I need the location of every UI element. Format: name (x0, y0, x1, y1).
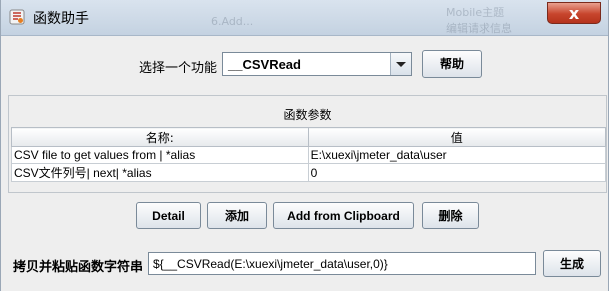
table-header-row: 名称: 值 (11, 127, 607, 147)
help-button-label: 帮助 (439, 57, 464, 71)
column-header-name[interactable]: 名称: (11, 127, 309, 147)
title-bar[interactable]: 函数助手 6.Add... Mobile主题 编辑请求信息 x (1, 0, 608, 36)
param-name-cell[interactable]: CSV文件列号| next| *alias (11, 163, 309, 182)
window-title: 函数助手 (33, 11, 89, 27)
result-label: 拷贝并粘贴函数字符串 (13, 260, 144, 275)
function-select-combobox[interactable]: __CSVRead (222, 52, 412, 76)
function-string-value: ${__CSVRead(E:\xuexi\jmeter_data\user,0)… (153, 257, 388, 271)
param-value-cell[interactable]: E:\xuexi\jmeter_data\user (307, 146, 607, 164)
detail-button-label: Detail (152, 209, 185, 223)
function-helper-dialog: 函数助手 6.Add... Mobile主题 编辑请求信息 x 选择一个功能 _… (0, 0, 609, 291)
params-table: 名称: 值 CSV file to get values from | *ali… (11, 127, 607, 182)
detail-button[interactable]: Detail (136, 202, 201, 229)
add-button[interactable]: 添加 (207, 202, 267, 229)
param-value-cell[interactable]: 0 (307, 163, 607, 182)
generate-button-label: 生成 (559, 257, 584, 271)
chevron-down-icon[interactable] (390, 53, 411, 75)
background-ghost-text: 编辑请求信息 (446, 22, 512, 35)
function-string-field[interactable]: ${__CSVRead(E:\xuexi\jmeter_data\user,0)… (148, 252, 536, 275)
add-from-clipboard-button-label: Add from Clipboard (287, 209, 400, 223)
delete-button-label: 删除 (438, 209, 463, 223)
table-row[interactable]: CSV file to get values from | *alias E:\… (11, 146, 607, 164)
add-from-clipboard-button[interactable]: Add from Clipboard (273, 202, 414, 229)
add-button-label: 添加 (224, 209, 249, 223)
function-select-value: __CSVRead (228, 57, 301, 72)
table-row[interactable]: CSV文件列号| next| *alias 0 (11, 163, 607, 182)
generate-button[interactable]: 生成 (543, 250, 601, 277)
param-name-cell[interactable]: CSV file to get values from | *alias (11, 146, 309, 164)
background-ghost-text: 6.Add... (211, 15, 254, 28)
help-button[interactable]: 帮助 (422, 50, 482, 78)
app-icon (9, 9, 25, 25)
column-header-value[interactable]: 值 (307, 127, 607, 147)
close-button[interactable]: x (547, 2, 601, 24)
params-title: 函数参数 (283, 108, 332, 122)
delete-button[interactable]: 删除 (422, 202, 479, 229)
function-select-label: 选择一个功能 (139, 61, 218, 76)
close-icon: x (568, 4, 580, 23)
function-params-panel: 函数参数 名称: 值 CSV file to get values from |… (8, 95, 607, 193)
